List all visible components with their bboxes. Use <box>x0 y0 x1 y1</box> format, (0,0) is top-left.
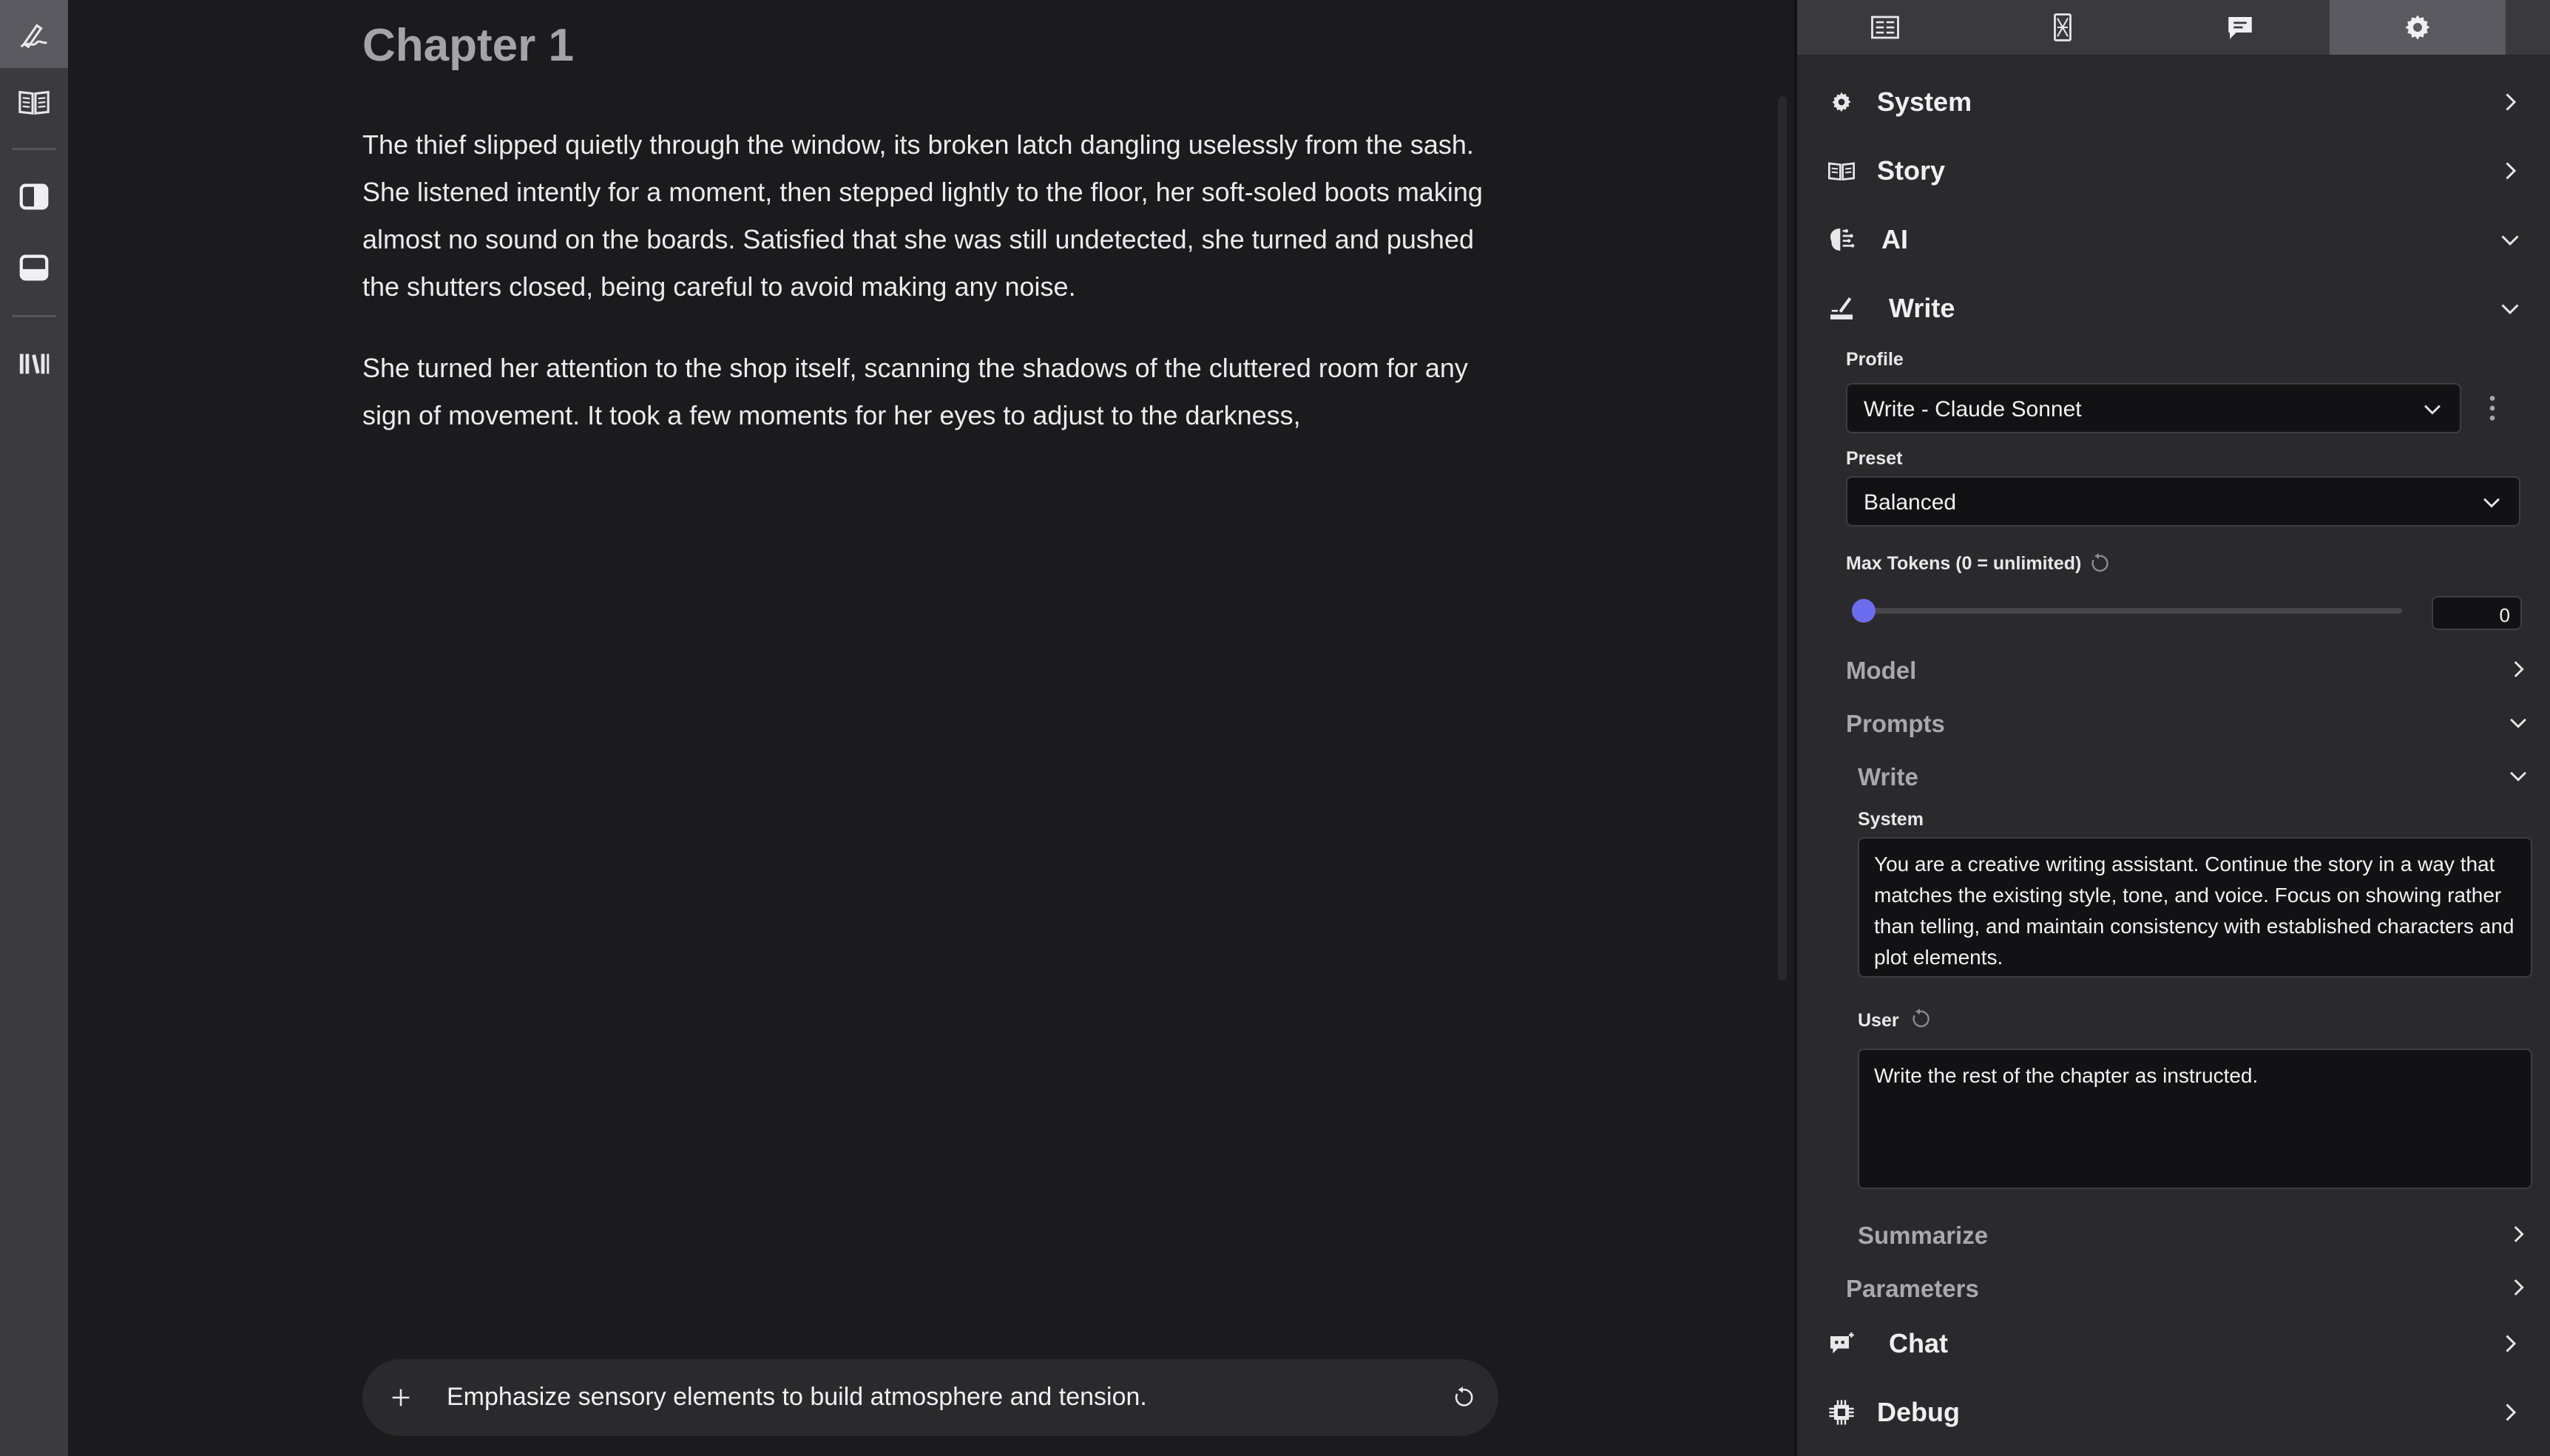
profile-value: Write - Claude Sonnet <box>1864 397 2082 421</box>
max-tokens-value: 0 <box>2499 604 2510 626</box>
gear-icon <box>1832 92 1851 112</box>
section-label: System <box>1877 87 1972 117</box>
profile-label: Profile <box>1846 349 1904 370</box>
sidebar-panel-icon <box>19 183 49 210</box>
section-label: Chat <box>1889 1328 1948 1358</box>
tab-chat[interactable] <box>2152 0 2328 55</box>
prompts-write-label: Write <box>1858 763 1918 790</box>
user-prompt-label: User <box>1858 1010 1899 1031</box>
panel-tabs <box>1797 0 2550 55</box>
system-prompt-label: System <box>1858 809 1924 830</box>
left-rail <box>0 0 68 1456</box>
parameters-label: Parameters <box>1846 1275 1979 1302</box>
chevron-right-icon <box>2514 1279 2524 1296</box>
section-label: Debug <box>1877 1397 1960 1427</box>
instruction-input[interactable]: Emphasize sensory elements to build atmo… <box>447 1383 1147 1412</box>
chevron-down-icon <box>2501 304 2519 315</box>
preset-select[interactable]: Balanced <box>1846 476 2520 526</box>
chat-icon <box>2228 17 2252 39</box>
section-label: Write <box>1889 293 1955 323</box>
section-label: AI <box>1881 224 1908 254</box>
chevron-down-icon <box>2483 498 2500 508</box>
preset-label: Preset <box>1846 448 1903 469</box>
chevron-right-icon <box>2514 1226 2524 1242</box>
max-tokens-label: Max Tokens (0 = unlimited) <box>1846 553 2082 574</box>
max-tokens-slider-thumb[interactable] <box>1852 599 1876 623</box>
reset-icon[interactable] <box>2087 552 2111 575</box>
model-label: Model <box>1846 657 1917 684</box>
instruction-bar[interactable]: Emphasize sensory elements to build atmo… <box>362 1359 1498 1436</box>
refresh-icon <box>1455 1386 1473 1406</box>
rail-divider <box>12 148 56 150</box>
add-instruction-button[interactable] <box>382 1378 420 1417</box>
user-prompt-textarea[interactable]: Write the rest of the chapter as instruc… <box>1858 1049 2532 1189</box>
editor-scrollbar[interactable] <box>1778 96 1787 981</box>
tab-outline[interactable] <box>1797 0 1973 55</box>
story-paragraph[interactable]: The thief slipped quietly through the wi… <box>362 121 1516 311</box>
chevron-down-icon <box>2424 404 2441 415</box>
plus-icon <box>392 1389 410 1406</box>
bottom-panel-icon <box>19 254 49 281</box>
summarize-row[interactable]: Summarize <box>1858 1213 2531 1257</box>
rail-write-button[interactable] <box>0 0 68 68</box>
summarize-label: Summarize <box>1858 1222 1989 1249</box>
rail-divider <box>12 315 56 317</box>
section-write[interactable]: Write <box>1797 279 2550 338</box>
model-row[interactable]: Model <box>1846 648 2531 692</box>
rail-book-button[interactable] <box>0 68 68 136</box>
prompts-row[interactable]: Prompts <box>1846 701 2531 745</box>
chevron-right-icon <box>2506 162 2517 180</box>
section-label: Story <box>1877 155 1946 186</box>
chevron-down-icon <box>2510 771 2526 782</box>
rail-library-button[interactable] <box>0 330 68 398</box>
gear-icon <box>2405 15 2430 40</box>
story-paragraph[interactable]: She turned her attention to the shop its… <box>362 345 1516 439</box>
chevron-right-icon <box>2506 1335 2517 1352</box>
reset-icon[interactable] <box>1908 1007 1932 1031</box>
write-desk-icon <box>1830 297 1853 319</box>
book-icon <box>1828 162 1855 181</box>
preset-value: Balanced <box>1864 490 1957 515</box>
ai-brain-icon <box>1830 228 1855 251</box>
section-debug[interactable]: Debug <box>1797 1383 2550 1442</box>
library-icon <box>19 353 50 374</box>
system-prompt-text: You are a creative writing assistant. Co… <box>1874 853 2515 969</box>
section-chat[interactable]: Chat <box>1797 1314 2550 1373</box>
system-prompt-textarea[interactable]: You are a creative writing assistant. Co… <box>1858 837 2532 978</box>
tab-settings[interactable] <box>2330 0 2506 55</box>
profile-more-icon[interactable] <box>2486 393 2498 423</box>
codex-icon <box>2054 13 2072 41</box>
prompts-label: Prompts <box>1846 710 1945 737</box>
book-icon <box>18 90 50 115</box>
parameters-row[interactable]: Parameters <box>1846 1266 2531 1310</box>
regenerate-button[interactable] <box>1447 1381 1479 1414</box>
write-icon <box>20 24 47 49</box>
chevron-right-icon <box>2514 661 2524 677</box>
tab-codex[interactable] <box>1975 0 2151 55</box>
section-story[interactable]: Story <box>1797 141 2550 200</box>
section-ai[interactable]: AI <box>1797 210 2550 269</box>
chat-bot-icon <box>1830 1333 1854 1354</box>
prompts-write-row[interactable]: Write <box>1858 754 2531 799</box>
rail-sidebar-toggle[interactable] <box>0 163 68 231</box>
chevron-right-icon <box>2506 93 2517 111</box>
chevron-right-icon <box>2506 1403 2517 1421</box>
chip-icon <box>1829 1400 1854 1425</box>
profile-select[interactable]: Write - Claude Sonnet <box>1846 383 2461 433</box>
editor-area[interactable]: Chapter 1 The thief slipped quietly thro… <box>68 0 1794 1456</box>
chevron-down-icon <box>2501 235 2519 246</box>
outline-icon <box>1871 16 1899 39</box>
section-system[interactable]: System <box>1797 72 2550 132</box>
chapter-title[interactable]: Chapter 1 <box>362 19 574 72</box>
rail-bottom-panel-toggle[interactable] <box>0 234 68 302</box>
user-prompt-text: Write the rest of the chapter as instruc… <box>1874 1064 2259 1087</box>
chevron-down-icon <box>2510 718 2526 728</box>
max-tokens-input[interactable]: 0 <box>2432 596 2522 630</box>
max-tokens-slider-track[interactable] <box>1852 608 2402 614</box>
